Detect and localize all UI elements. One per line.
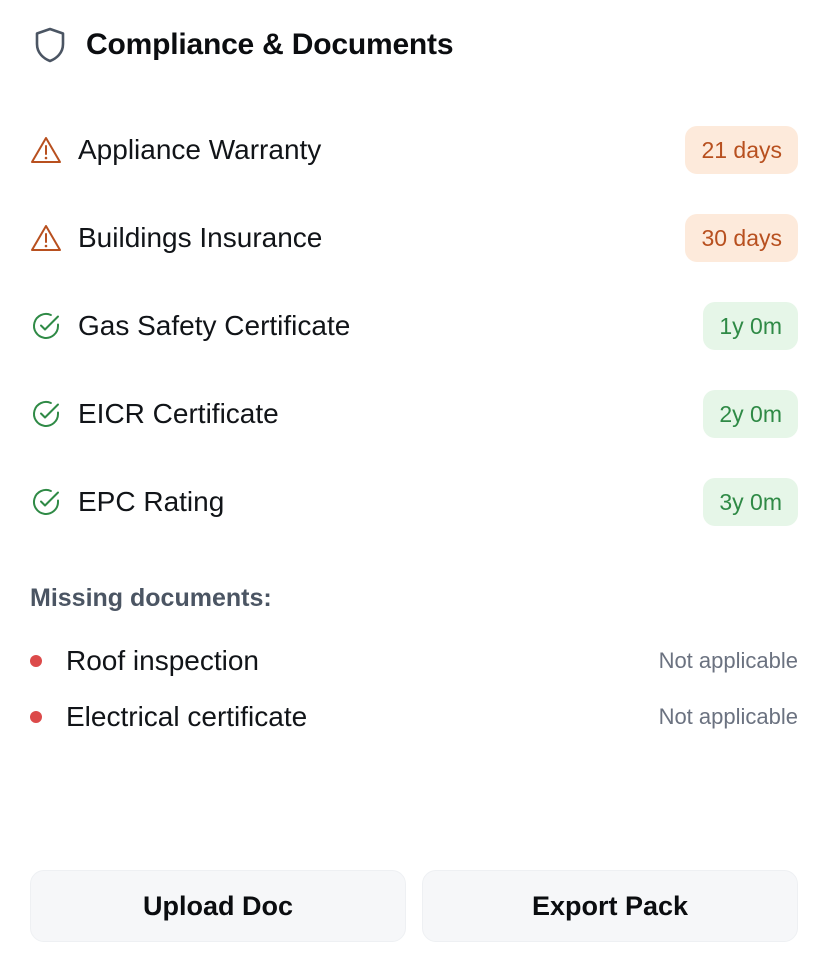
- check-circle-icon: [30, 310, 62, 342]
- card-actions: Upload Doc Export Pack: [30, 870, 798, 942]
- status-badge: 2y 0m: [703, 390, 798, 438]
- compliance-item-gas-safety-certificate[interactable]: Gas Safety Certificate 1y 0m: [30, 302, 798, 350]
- compliance-item-appliance-warranty[interactable]: Appliance Warranty 21 days: [30, 126, 798, 174]
- missing-document-label: Roof inspection: [66, 645, 260, 676]
- missing-document-status: Not applicable: [658, 648, 798, 673]
- missing-documents-title: Missing documents:: [30, 584, 272, 612]
- status-badge: 21 days: [685, 126, 798, 174]
- missing-document-row: Roof inspection Not applicable: [30, 643, 798, 679]
- export-pack-button[interactable]: Export Pack: [422, 870, 798, 942]
- missing-document-label: Electrical certificate: [66, 701, 308, 732]
- warning-triangle-icon: [30, 222, 62, 254]
- compliance-item-eicr-certificate[interactable]: EICR Certificate 2y 0m: [30, 390, 798, 438]
- check-circle-icon: [30, 486, 62, 518]
- check-circle-icon: [30, 398, 62, 430]
- missing-dot-icon: [30, 711, 42, 723]
- compliance-card: Compliance & Documents Appliance Warrant…: [0, 0, 836, 976]
- status-badge: 30 days: [685, 214, 798, 262]
- shield-icon: [32, 26, 68, 64]
- item-label: EICR Certificate: [78, 398, 279, 429]
- upload-doc-button[interactable]: Upload Doc: [30, 870, 406, 942]
- item-label: EPC Rating: [78, 486, 225, 517]
- status-badge: 1y 0m: [703, 302, 798, 350]
- item-label: Buildings Insurance: [78, 222, 323, 253]
- missing-document-row: Electrical certificate Not applicable: [30, 699, 798, 735]
- missing-documents-section: Missing documents: Roof inspection Not a…: [30, 584, 798, 755]
- compliance-list: Appliance Warranty 21 days Buildings Ins…: [30, 126, 798, 566]
- status-badge: 3y 0m: [703, 478, 798, 526]
- item-label: Appliance Warranty: [78, 134, 322, 165]
- card-title: Compliance & Documents: [86, 28, 454, 61]
- warning-triangle-icon: [30, 134, 62, 166]
- compliance-item-epc-rating[interactable]: EPC Rating 3y 0m: [30, 478, 798, 526]
- missing-document-status: Not applicable: [658, 704, 798, 729]
- item-label: Gas Safety Certificate: [78, 310, 351, 341]
- card-header: Compliance & Documents: [32, 26, 454, 64]
- compliance-item-buildings-insurance[interactable]: Buildings Insurance 30 days: [30, 214, 798, 262]
- missing-dot-icon: [30, 655, 42, 667]
